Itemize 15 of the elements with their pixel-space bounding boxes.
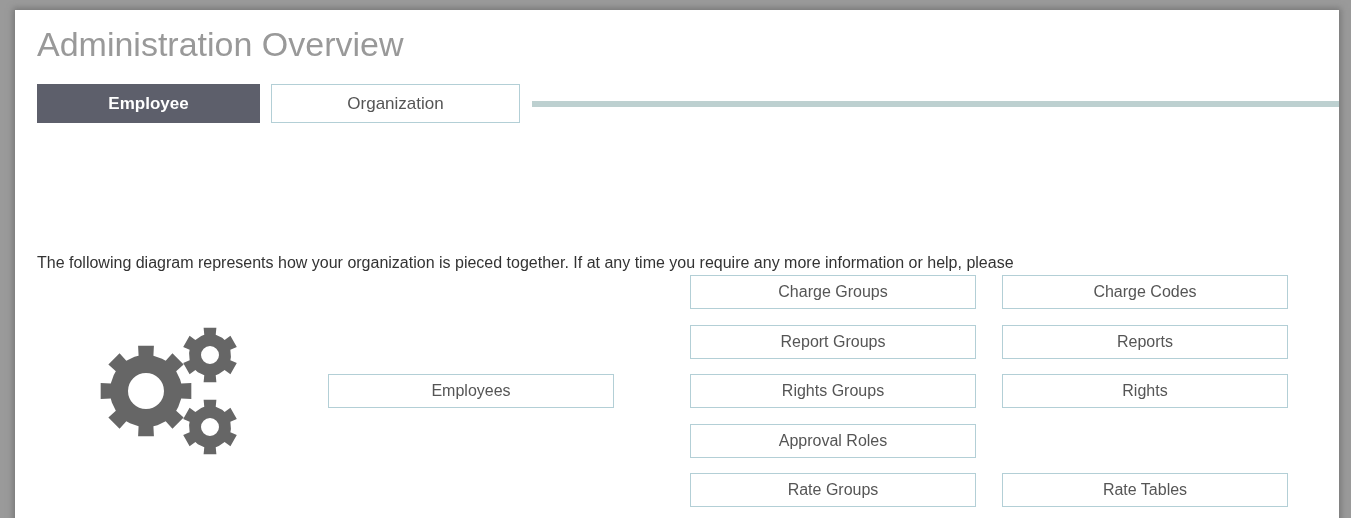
diagram-node[interactable]: Charge Groups — [690, 275, 976, 309]
tab[interactable]: Employee — [37, 84, 260, 123]
diagram-node[interactable]: Rights Groups — [690, 374, 976, 408]
diagram-node[interactable]: Report Groups — [690, 324, 976, 359]
tab[interactable]: Organization — [271, 84, 520, 123]
diagram-node[interactable]: Reports — [1002, 324, 1288, 359]
diagram-node[interactable]: Charge Codes — [1002, 275, 1288, 309]
diagram-node[interactable]: Rate Groups — [690, 473, 976, 507]
diagram-node[interactable]: Rate Tables — [1002, 473, 1288, 507]
page-title: Administration Overview — [37, 24, 405, 64]
diagram-node[interactable]: Rights — [1002, 374, 1288, 408]
description-text: The following diagram represents how your organization is pieced together. If at any time you require any more information or help, please — [37, 254, 1015, 272]
diagram-node[interactable]: Employees — [328, 374, 614, 408]
gears-icon — [100, 326, 240, 456]
diagram-node[interactable]: Approval Roles — [690, 423, 976, 458]
